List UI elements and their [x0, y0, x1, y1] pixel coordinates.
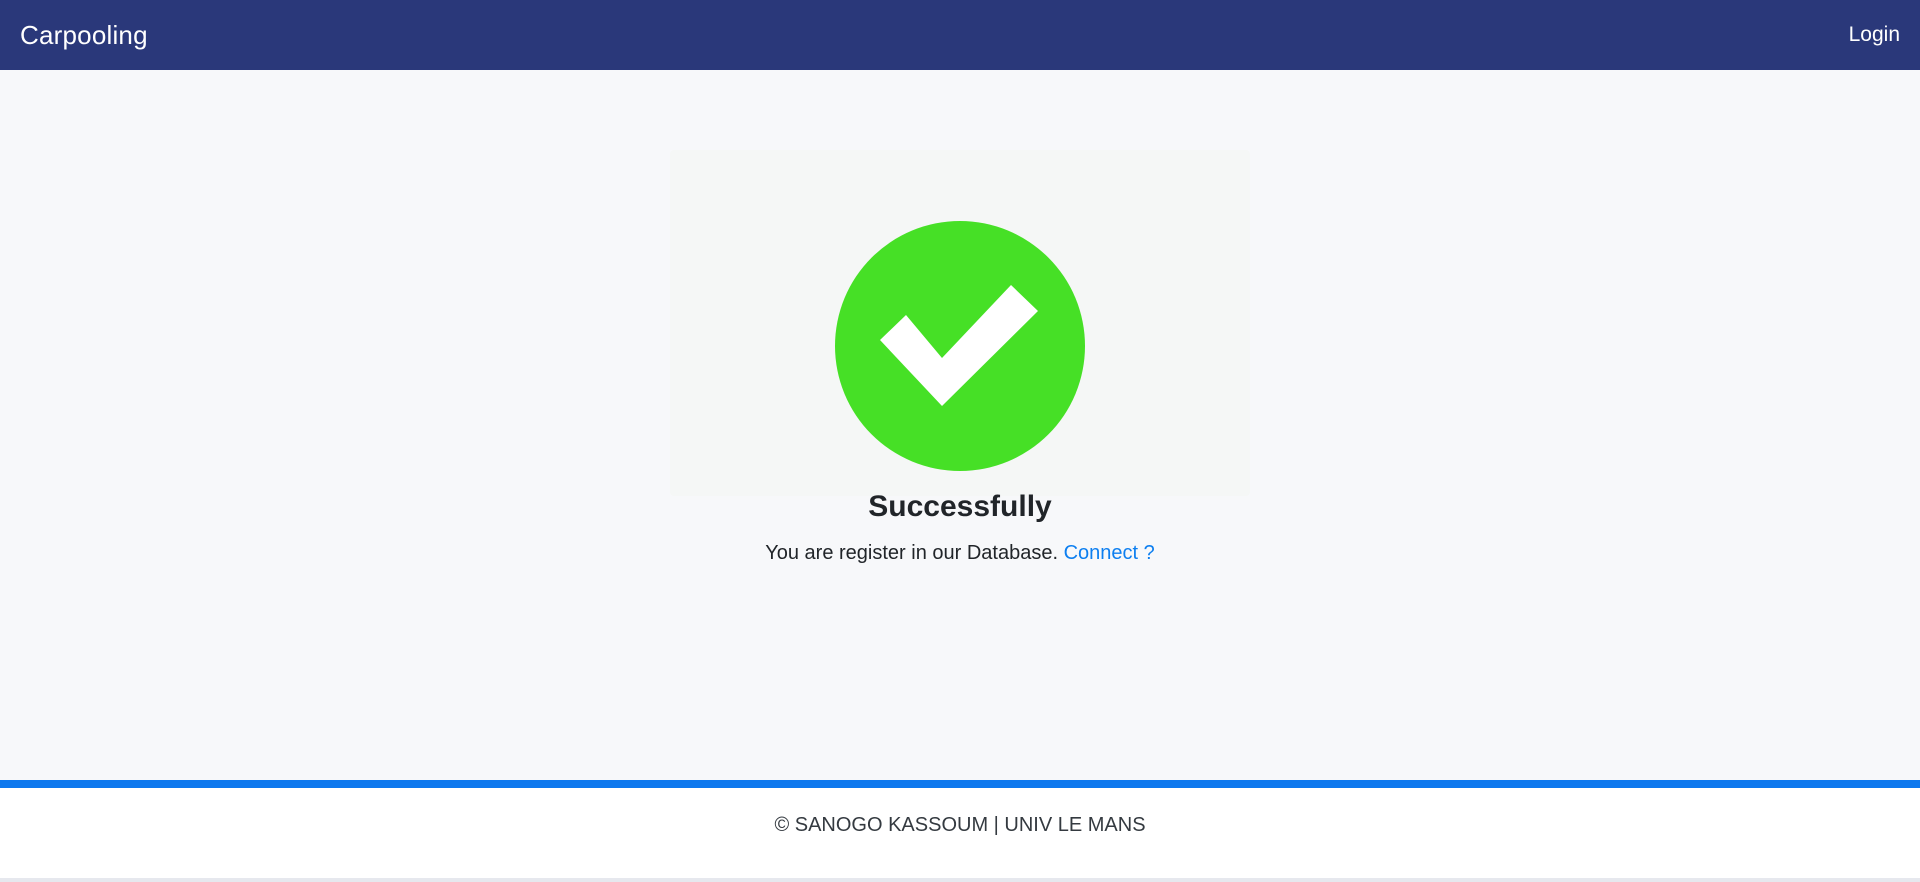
top-navbar: Carpooling Login	[0, 0, 1920, 70]
footer-copyright: © SANOGO KASSOUM | UNIV LE MANS	[774, 814, 1146, 836]
brand-link[interactable]: Carpooling	[20, 20, 148, 51]
login-link[interactable]: Login	[1849, 23, 1900, 47]
success-title: Successfully	[868, 490, 1052, 523]
success-message: You are register in our Database. Connec…	[670, 542, 1250, 565]
checkmark-icon	[880, 285, 1038, 406]
check-circle-icon	[835, 221, 1085, 471]
message-text: You are register in our Database.	[765, 542, 1059, 564]
bottom-border	[0, 878, 1920, 882]
footer-accent-bar	[0, 780, 1920, 788]
connect-link[interactable]: Connect ?	[1064, 542, 1155, 564]
footer: © SANOGO KASSOUM | UNIV LE MANS	[0, 788, 1920, 878]
